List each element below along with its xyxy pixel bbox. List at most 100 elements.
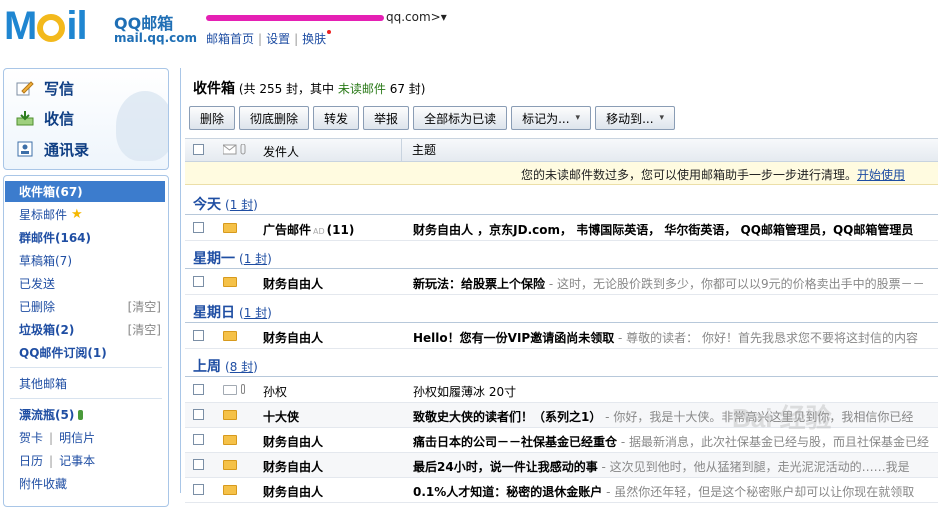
account-address: qq.com> <box>386 10 441 24</box>
email-subject: 0.1%人才知道：秘密的退休金账户 <box>413 485 603 499</box>
chevron-down-icon: ▾ <box>575 113 581 123</box>
mailbox-home-link[interactable]: 邮箱首页 <box>206 32 254 46</box>
bell-icon <box>37 14 66 43</box>
header: Mil QQ邮箱 mail.qq.com qq.com>▾ 邮箱首页 | 设置 | 换肤 <box>0 0 938 60</box>
account-switcher[interactable]: qq.com>▾ <box>206 10 447 24</box>
sender-column-header[interactable]: 发件人 <box>263 143 299 160</box>
email-subject: 财务自由人 ，京东JD.com， 韦博国际英语， 华尔街英语， QQ邮箱管理员，… <box>413 223 914 237</box>
group-count-link[interactable]: 1 封 <box>230 198 253 212</box>
row-checkbox[interactable] <box>193 434 204 445</box>
email-subject: Hello！您有一份VIP邀请函尚未领取 <box>413 331 615 345</box>
notes-link[interactable]: 记事本 <box>59 452 95 469</box>
date-group-sunday: 星期日 (1 封) <box>185 298 938 323</box>
folder-drafts[interactable]: 草稿箱(7) <box>5 250 165 271</box>
qq-mail-logo[interactable]: Mil <box>4 6 88 46</box>
email-subject: 孙权如履薄冰 20寸 <box>413 385 517 399</box>
ad-badge: AD <box>313 227 325 236</box>
receive-button[interactable]: 收信 <box>16 106 74 130</box>
report-button[interactable]: 举报 <box>363 106 410 130</box>
calendar-link[interactable]: 日历 <box>19 452 43 469</box>
folder-attachment-favorites[interactable]: 附件收藏 <box>5 473 165 494</box>
address-book-icon <box>16 141 34 157</box>
folder-other-mailboxes[interactable]: 其他邮箱 <box>5 373 165 394</box>
penguin-icon <box>116 91 168 161</box>
settings-link[interactable]: 设置 <box>266 32 290 46</box>
unread-envelope-icon <box>223 485 237 495</box>
group-count-link[interactable]: 8 封 <box>230 360 253 374</box>
table-row[interactable]: 财务自由人 0.1%人才知道：秘密的退休金账户 - 虽然你还年轻，但是这个秘密账… <box>185 478 938 503</box>
row-checkbox[interactable] <box>193 384 204 395</box>
date-group-monday: 星期一 (1 封) <box>185 244 938 269</box>
email-subject: 新玩法：给股票上个保险 <box>413 277 546 291</box>
table-row[interactable]: 广告邮件 AD (11) 财务自由人 ，京东JD.com， 韦博国际英语， 华尔街英… <box>185 216 938 241</box>
table-row[interactable]: 财务自由人 Hello！您有一份VIP邀请函尚未领取 - 尊敬的读者： 你好！首… <box>185 324 938 349</box>
logo-domain: mail.qq.com <box>114 31 197 45</box>
folder-sent[interactable]: 已发送 <box>5 273 165 294</box>
folder-starred[interactable]: 星标邮件 ★ <box>5 204 165 225</box>
folder-groups[interactable]: 群邮件(164) <box>5 227 165 248</box>
row-checkbox[interactable] <box>193 330 204 341</box>
move-to-dropdown[interactable]: 移动到... ▾ <box>595 106 676 130</box>
row-checkbox[interactable] <box>193 459 204 470</box>
email-preview: - 你好，我是十大侠。非常高兴这里见到你，我相信你已经 <box>601 410 914 424</box>
read-envelope-icon <box>223 385 237 395</box>
table-row[interactable]: 财务自由人 痛击日本的公司－－社保基金已经重仓 - 据最新消息，此次社保基金已经… <box>185 428 938 453</box>
sidebar: 写信 收信 通讯录 收件箱(67) 星标邮件 ★ 群邮件(164) 草稿箱(7) … <box>0 68 172 507</box>
sender-name: 财务自由人 <box>263 460 324 474</box>
pencil-icon <box>16 80 34 96</box>
select-all-checkbox[interactable] <box>193 144 204 155</box>
notification-dot-icon <box>327 30 332 34</box>
envelope-attachment-header-icon <box>222 143 251 155</box>
row-checkbox[interactable] <box>193 484 204 495</box>
group-count-link[interactable]: 1 封 <box>244 252 267 266</box>
star-icon: ★ <box>71 207 83 222</box>
clear-spam-link[interactable]: [清空] <box>128 321 161 338</box>
sender-name: 财务自由人 <box>263 277 324 291</box>
change-skin-link[interactable]: 换肤 <box>302 32 326 46</box>
table-row[interactable]: 财务自由人 最后24小时，说一件让我感动的事 - 这次见到他时，他从猛猪到腿，走… <box>185 453 938 478</box>
start-using-link[interactable]: 开始使用 <box>857 168 905 182</box>
mail-list-panel: 收件箱 (共 255 封，其中 未读邮件 67 封) 删除 彻底删除 转发 举报… <box>180 68 938 503</box>
permanent-delete-button[interactable]: 彻底删除 <box>239 106 310 130</box>
contacts-button[interactable]: 通讯录 <box>16 137 89 161</box>
email-preview: - 虽然你还年轻，但是这个秘密账户却可以让你现在就领取 <box>602 485 915 499</box>
quick-actions: 写信 收信 通讯录 <box>3 68 169 170</box>
unread-envelope-icon <box>223 435 237 445</box>
forward-button[interactable]: 转发 <box>313 106 360 130</box>
delete-button[interactable]: 删除 <box>189 106 236 130</box>
unread-envelope-icon <box>223 223 237 233</box>
email-preview: - 这时，无论股价跌到多少，你都可以以9元的价格卖出手中的股票－－ <box>545 277 925 291</box>
table-row[interactable]: 财务自由人 新玩法：给股票上个保险 - 这时，无论股价跌到多少，你都可以以9元的… <box>185 270 938 295</box>
postcard-link[interactable]: 明信片 <box>59 429 95 446</box>
group-count-link[interactable]: 1 封 <box>244 306 267 320</box>
unread-filter-link[interactable]: 未读邮件 <box>338 82 386 96</box>
chevron-down-icon: ▾ <box>659 113 665 123</box>
folder-deleted[interactable]: 已删除 [清空] <box>5 296 165 317</box>
email-preview: - 尊敬的读者： 你好！首先我恳求您不要将这封信的内容 <box>614 331 918 345</box>
folder-spam[interactable]: 垃圾箱(2) [清空] <box>5 319 165 340</box>
bottle-icon <box>78 409 84 420</box>
mark-all-read-button[interactable]: 全部标为已读 <box>413 106 508 130</box>
email-preview: - 这次见到他时，他从猛猪到腿，走光泥泥活动的……我是 <box>597 460 910 474</box>
card-link[interactable]: 贺卡 <box>19 429 43 446</box>
folder-inbox[interactable]: 收件箱(67) <box>5 181 165 202</box>
folder-drift-bottle[interactable]: 漂流瓶(5) <box>5 404 165 425</box>
date-group-last-week: 上周 (8 封) <box>185 352 938 377</box>
row-checkbox[interactable] <box>193 276 204 287</box>
table-row[interactable]: 孙权 孙权如履薄冰 20寸 <box>185 378 938 403</box>
row-checkbox[interactable] <box>193 409 204 420</box>
mark-as-dropdown[interactable]: 标记为... ▾ <box>511 106 592 130</box>
folder-subscriptions[interactable]: QQ邮件订阅(1) <box>5 342 165 363</box>
clear-deleted-link[interactable]: [清空] <box>128 298 161 315</box>
table-row[interactable]: 十大侠 致敬史大侠的读者们！（系列之1） - 你好，我是十大侠。非常高兴这里见到… <box>185 403 938 428</box>
folder-cards: 贺卡 | 明信片 <box>19 429 96 446</box>
compose-button[interactable]: 写信 <box>16 76 74 100</box>
divider <box>10 398 162 399</box>
sender-name: 财务自由人 <box>263 331 324 345</box>
inbox-download-icon <box>16 110 34 126</box>
cleanup-notice-text: 您的未读邮件数过多，您可以使用邮箱助手一步一步进行清理。 <box>520 168 857 182</box>
folder-tools: 日历 | 记事本 <box>19 452 96 469</box>
row-checkbox[interactable] <box>193 222 204 233</box>
sender-name: 孙权 <box>263 385 288 399</box>
subject-column-header[interactable]: 主题 <box>401 139 436 161</box>
